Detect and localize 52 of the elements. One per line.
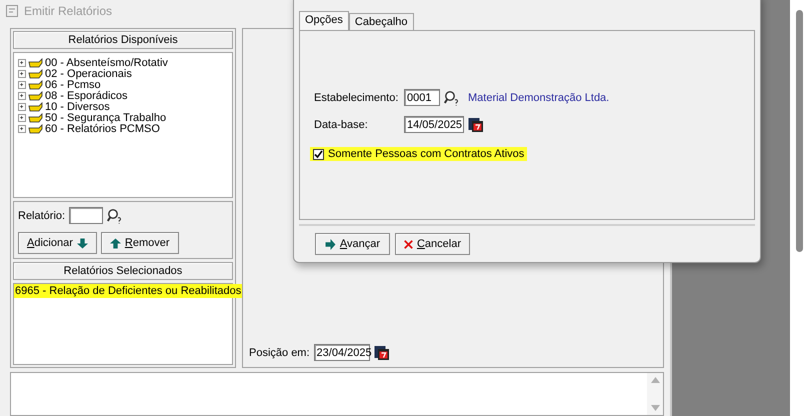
- checkbox-label[interactable]: Somente Pessoas com Contratos Ativos: [328, 148, 524, 160]
- date-field[interactable]: 23/04/2025: [314, 344, 370, 361]
- calendar-icon[interactable]: [468, 116, 484, 132]
- next-button[interactable]: Avançar: [315, 233, 390, 255]
- date-field[interactable]: 14/05/2025: [404, 116, 464, 133]
- search-icon[interactable]: [444, 90, 460, 106]
- folder-icon: [28, 58, 43, 68]
- window-title: Emitir Relatórios: [24, 4, 112, 18]
- panel-header: Relatórios Disponíveis: [13, 31, 233, 49]
- add-button[interactable]: Adicionar: [18, 232, 97, 254]
- down-arrow-icon: [76, 238, 88, 248]
- checkbox[interactable]: [313, 148, 324, 160]
- establishment-name: Material Demonstração Ltda.: [468, 92, 610, 104]
- scrollbar-thumb[interactable]: [796, 10, 802, 252]
- tab[interactable]: Opções: [299, 11, 349, 30]
- tree-item[interactable]: 00 - Absenteísmo/Rotativ: [45, 56, 168, 68]
- establishment-field[interactable]: 0001: [404, 89, 440, 106]
- tree-item[interactable]: 10 - Diversos: [45, 100, 110, 112]
- folder-icon: [28, 80, 43, 90]
- tree-item[interactable]: 50 - Segurança Trabalho: [45, 112, 166, 124]
- search-icon[interactable]: [107, 208, 124, 224]
- calendar-icon[interactable]: [374, 344, 390, 360]
- panel-header: Relatórios Selecionados: [13, 262, 233, 280]
- up-arrow-icon: [110, 238, 121, 248]
- folder-icon: [28, 112, 43, 122]
- date-label: Data-base:: [314, 118, 369, 130]
- folder-icon: [28, 90, 43, 100]
- expand-icon[interactable]: [18, 58, 26, 66]
- tree-item[interactable]: 02 - Operacionais: [45, 68, 132, 80]
- expand-icon[interactable]: [18, 80, 26, 88]
- position-label: Posição em:: [249, 346, 310, 358]
- close-icon: [404, 238, 413, 250]
- report-label: Relatório:: [18, 210, 66, 222]
- tree-item[interactable]: 06 - Pcmso: [45, 78, 101, 90]
- remove-button[interactable]: Remover: [100, 232, 179, 254]
- cancel-button[interactable]: Cancelar: [395, 233, 470, 255]
- folder-icon: [28, 102, 43, 112]
- expand-icon[interactable]: [18, 70, 26, 78]
- expand-icon[interactable]: [18, 102, 26, 110]
- tree-item[interactable]: 60 - Relatórios PCMSO: [45, 122, 160, 134]
- expand-icon[interactable]: [18, 92, 26, 100]
- folder-icon: [28, 68, 43, 78]
- establishment-label: Estabelecimento:: [314, 92, 400, 104]
- tab[interactable]: Cabeçalho: [348, 13, 414, 30]
- window-icon: [6, 5, 18, 17]
- folder-icon: [28, 124, 43, 134]
- report-field[interactable]: [69, 207, 104, 224]
- expand-icon[interactable]: [18, 124, 26, 132]
- list-item[interactable]: 6965 - Relação de Deficientes ou Reabilitados: [14, 284, 242, 298]
- right-arrow-icon: [324, 238, 336, 250]
- tree-item[interactable]: 08 - Esporádicos: [45, 90, 128, 102]
- expand-icon[interactable]: [18, 114, 26, 122]
